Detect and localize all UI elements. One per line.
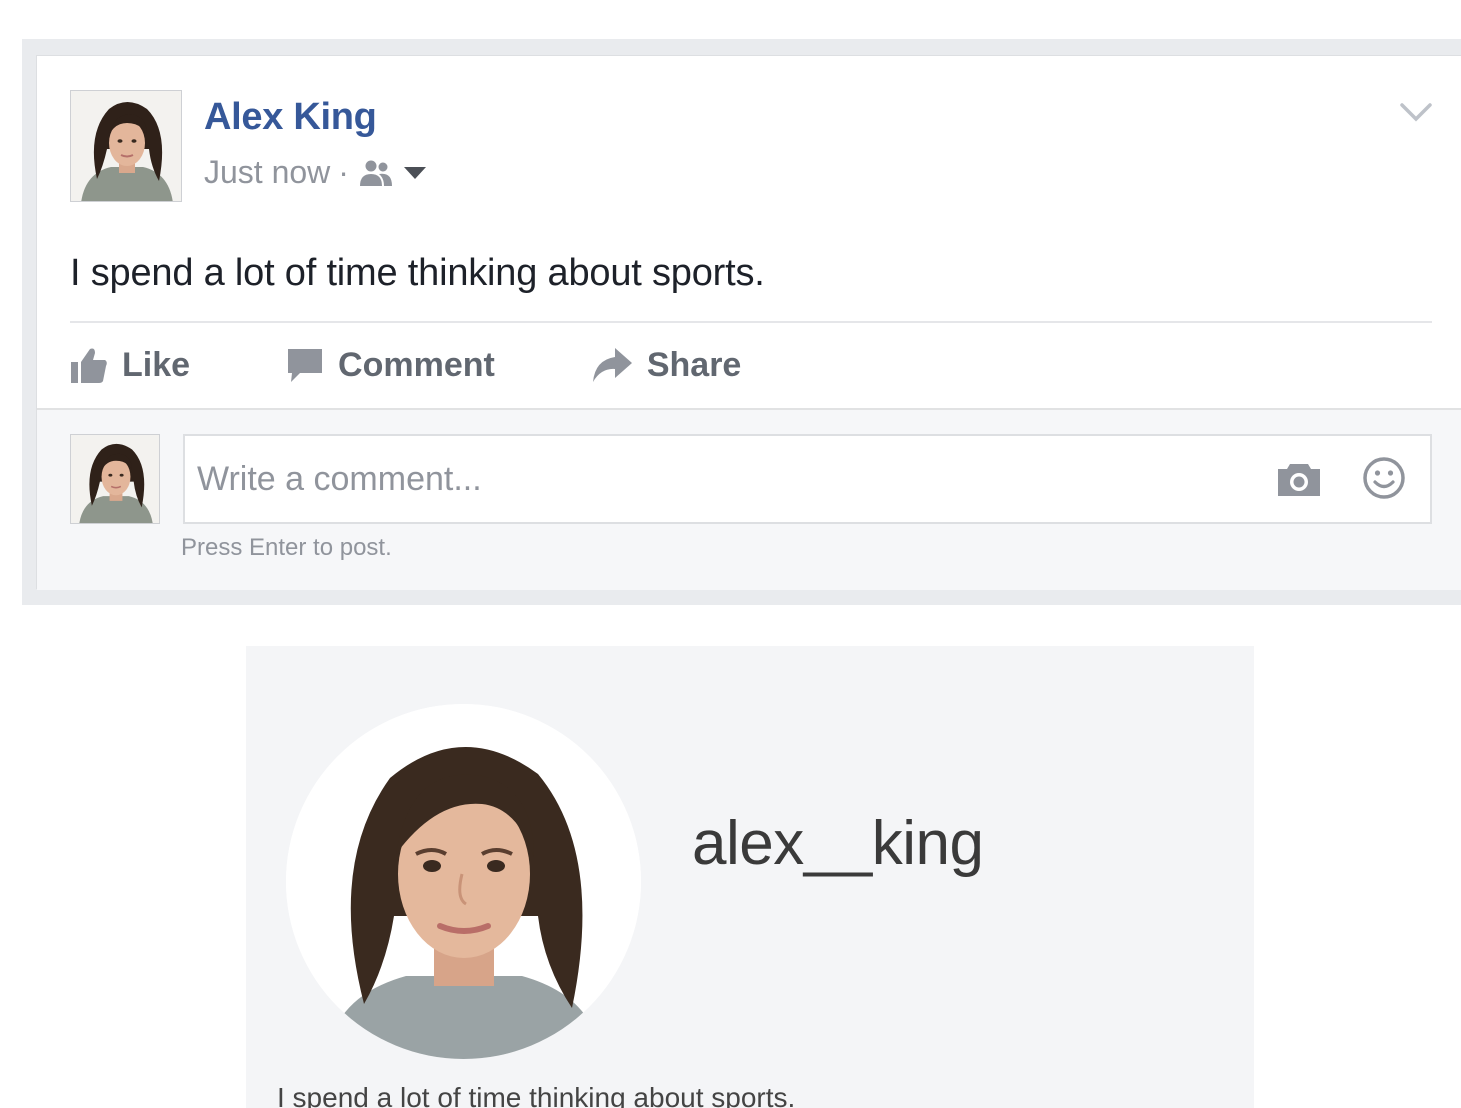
feed-background: Alex King Just now · I spend a lot of ti…	[22, 39, 1461, 605]
post-actions: Like Comment Share	[70, 338, 741, 392]
comment-composer: Press Enter to post.	[37, 408, 1461, 590]
friends-icon[interactable]	[359, 159, 393, 187]
like-button[interactable]: Like	[70, 346, 190, 385]
profile-avatar[interactable]	[286, 704, 641, 1059]
author-avatar[interactable]	[70, 90, 182, 202]
speech-bubble-icon	[288, 349, 323, 382]
comment-button[interactable]: Comment	[286, 346, 495, 385]
meta-separator: ·	[338, 154, 349, 190]
comment-label: Comment	[338, 345, 495, 384]
post-timestamp[interactable]: Just now	[204, 154, 330, 191]
profile-card: alex__king I spend a lot of time thinkin…	[246, 646, 1254, 1108]
post-meta: Just now ·	[204, 154, 427, 191]
chevron-down-icon[interactable]	[1399, 102, 1433, 124]
emoji-icon[interactable]	[1362, 456, 1406, 500]
profile-bio: I spend a lot of time thinking about spo…	[277, 1082, 796, 1108]
share-button[interactable]: Share	[591, 345, 742, 385]
comment-input[interactable]	[197, 436, 1237, 522]
author-name[interactable]: Alex King	[204, 96, 377, 139]
audience-dropdown-icon[interactable]	[403, 166, 427, 180]
press-enter-hint: Press Enter to post.	[181, 534, 392, 561]
thumbs-up-icon	[71, 348, 107, 383]
commenter-avatar[interactable]	[70, 434, 160, 524]
share-arrow-icon	[592, 348, 632, 382]
post-text: I spend a lot of time thinking about spo…	[70, 252, 765, 294]
share-label: Share	[646, 345, 742, 384]
post-card: Alex King Just now · I spend a lot of ti…	[36, 55, 1461, 590]
post-divider	[70, 321, 1432, 323]
profile-username[interactable]: alex__king	[692, 808, 984, 879]
camera-icon[interactable]	[1276, 460, 1322, 498]
like-label: Like	[122, 345, 191, 384]
comment-input-box	[183, 434, 1432, 524]
